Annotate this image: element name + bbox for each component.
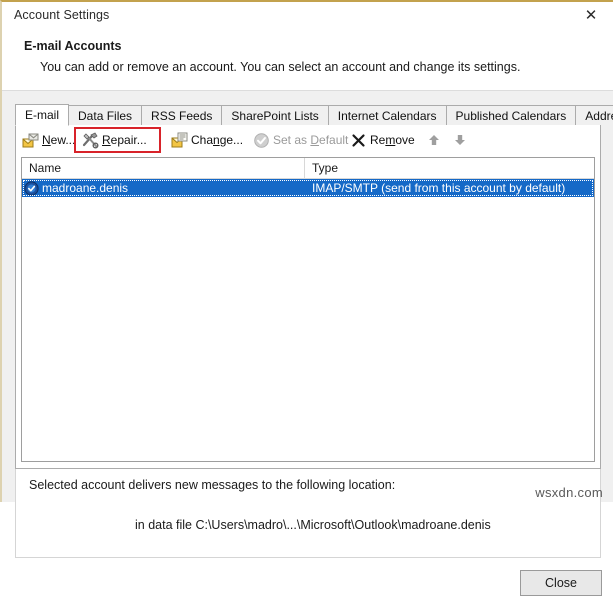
command-bar: New... Repair... Change... Set as Defaul… <box>16 125 600 156</box>
dialog-footer: Close <box>2 469 613 596</box>
window-title: Account Settings <box>14 8 110 22</box>
tab-page-email: New... Repair... Change... Set as Defaul… <box>15 125 601 469</box>
repair-tools-icon <box>82 131 99 149</box>
tab-address-books[interactable]: Address Books <box>575 105 613 126</box>
tab-published-calendars[interactable]: Published Calendars <box>445 105 577 126</box>
arrow-up-icon[interactable] <box>427 133 441 147</box>
header-band: E-mail Accounts You can add or remove an… <box>2 30 613 91</box>
account-list[interactable]: Name Type madroane.denis IMAP/SMTP (send… <box>21 157 595 462</box>
page-title: E-mail Accounts <box>24 39 122 53</box>
account-check-icon <box>24 180 39 196</box>
account-settings-dialog: Account Settings ✕ E-mail Accounts You c… <box>0 0 613 596</box>
check-circle-icon <box>253 132 270 149</box>
tab-internet-calendars[interactable]: Internet Calendars <box>327 105 447 126</box>
tab-rss-feeds[interactable]: RSS Feeds <box>141 105 223 126</box>
change-account-icon <box>171 132 188 149</box>
remove-account-label: Remove <box>370 133 415 147</box>
new-account-label: New... <box>42 133 76 147</box>
title-bar: Account Settings ✕ <box>2 2 613 30</box>
tab-strip: E-mail Data Files RSS Feeds SharePoint L… <box>15 104 613 126</box>
tab-email[interactable]: E-mail <box>15 104 70 126</box>
column-header-name[interactable]: Name <box>22 158 305 178</box>
change-account-button[interactable]: Change... <box>171 129 243 151</box>
close-icon[interactable]: ✕ <box>578 5 604 27</box>
page-description: You can add or remove an account. You ca… <box>40 60 521 74</box>
remove-account-button[interactable]: Remove <box>350 129 415 151</box>
change-account-label: Change... <box>191 133 244 147</box>
dialog-body: E-mail Data Files RSS Feeds SharePoint L… <box>2 91 613 596</box>
set-as-default-label: Set as Default <box>273 133 349 147</box>
arrow-down-icon[interactable] <box>453 133 467 147</box>
account-type-cell: IMAP/SMTP (send from this account by def… <box>312 181 566 195</box>
account-list-header: Name Type <box>22 158 594 179</box>
column-header-type[interactable]: Type <box>305 158 594 178</box>
table-row[interactable]: madroane.denis IMAP/SMTP (send from this… <box>22 179 594 197</box>
new-account-button[interactable]: New... <box>22 129 75 151</box>
remove-x-icon <box>350 132 367 149</box>
close-button[interactable]: Close <box>520 570 602 596</box>
account-name-cell: madroane.denis <box>22 180 305 196</box>
tab-data-files[interactable]: Data Files <box>68 105 143 126</box>
repair-button[interactable]: Repair... <box>82 129 147 151</box>
set-as-default-button[interactable]: Set as Default <box>253 129 348 151</box>
account-name-label: madroane.denis <box>42 181 129 195</box>
tab-sharepoint-lists[interactable]: SharePoint Lists <box>221 105 329 126</box>
delivery-location-path: in data file C:\Users\madro\...\Microsof… <box>135 518 491 532</box>
new-mail-icon <box>22 132 39 149</box>
repair-label: Repair... <box>102 133 147 147</box>
